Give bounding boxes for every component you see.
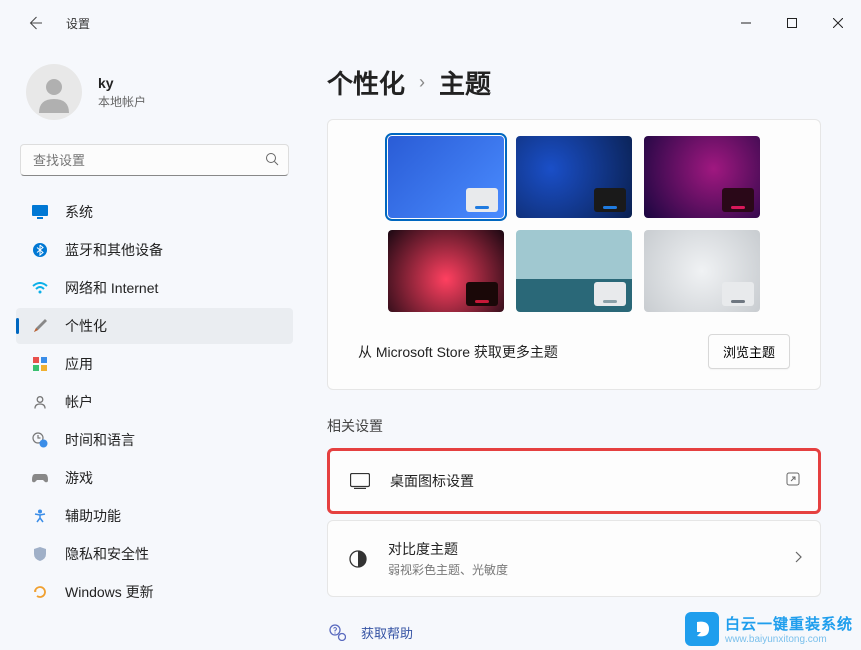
back-button[interactable] [20,9,48,37]
setting-title: 桌面图标设置 [390,471,786,491]
window-controls [723,7,861,39]
accessibility-icon [31,507,49,525]
profile-name: ky [98,75,146,91]
sidebar-item-bluetooth[interactable]: 蓝牙和其他设备 [16,232,293,268]
sidebar-item-label: 蓝牙和其他设备 [65,240,163,260]
breadcrumb-parent[interactable]: 个性化 [327,64,405,101]
watermark: 白云一键重装系统 www.baiyunxitong.com [685,612,853,646]
content-area: 个性化 › 主题 从 Microsoft Store 获取更多主题 浏览主题 相… [305,46,861,650]
watermark-logo-icon [685,612,719,646]
search-icon [265,152,279,171]
sidebar-item-apps[interactable]: 应用 [16,346,293,382]
themes-card: 从 Microsoft Store 获取更多主题 浏览主题 [327,119,821,390]
store-row: 从 Microsoft Store 获取更多主题 浏览主题 [348,330,800,373]
wifi-icon [31,279,49,297]
sidebar-item-label: 个性化 [65,316,107,336]
shield-icon [31,545,49,563]
contrast-icon [346,547,370,571]
sidebar-item-label: 网络和 Internet [65,278,158,298]
monitor-icon [31,203,49,221]
bluetooth-icon [31,241,49,259]
minimize-icon [741,18,751,28]
sidebar-item-network[interactable]: 网络和 Internet [16,270,293,306]
sidebar-item-label: 游戏 [65,468,93,488]
desktop-icons-setting[interactable]: 桌面图标设置 [327,448,821,514]
close-icon [833,18,843,28]
nav-list: 系统 蓝牙和其他设备 网络和 Internet 个性化 应用 帐户 [16,192,305,650]
chevron-right-icon [794,550,802,568]
sidebar-item-time-language[interactable]: 时间和语言 [16,422,293,458]
theme-thumbnail[interactable] [516,136,632,218]
footer-link-text: 获取帮助 [361,623,413,642]
help-icon [327,622,347,642]
browse-themes-button[interactable]: 浏览主题 [708,334,790,369]
desktop-icon [348,469,372,493]
watermark-url: www.baiyunxitong.com [725,634,853,645]
setting-subtitle: 弱视彩色主题、光敏度 [388,561,794,578]
search-input[interactable] [20,144,289,176]
window-title: 设置 [66,15,90,32]
gamepad-icon [31,469,49,487]
theme-thumbnail[interactable] [388,136,504,218]
sidebar-item-label: 辅助功能 [65,506,121,526]
theme-thumbnail[interactable] [644,230,760,312]
sidebar-item-label: 帐户 [65,392,93,412]
sidebar-item-system[interactable]: 系统 [16,194,293,230]
sidebar-item-label: 应用 [65,354,93,374]
chevron-right-icon: › [419,72,425,93]
sidebar-item-label: 系统 [65,202,93,222]
sidebar-item-accessibility[interactable]: 辅助功能 [16,498,293,534]
search-wrapper [20,144,289,176]
breadcrumb-current: 主题 [439,64,491,101]
breadcrumb: 个性化 › 主题 [327,64,821,101]
titlebar: 设置 [0,0,861,46]
minimize-button[interactable] [723,7,769,39]
theme-thumbnail[interactable] [388,230,504,312]
contrast-themes-setting[interactable]: 对比度主题 弱视彩色主题、光敏度 [327,520,821,597]
maximize-button[interactable] [769,7,815,39]
watermark-title: 白云一键重装系统 [725,613,853,634]
theme-grid [388,136,760,312]
sidebar-item-personalization[interactable]: 个性化 [16,308,293,344]
paintbrush-icon [31,317,49,335]
open-external-icon [786,472,800,491]
store-text: 从 Microsoft Store 获取更多主题 [358,342,558,362]
sidebar-item-label: Windows 更新 [65,582,154,602]
theme-thumbnail[interactable] [644,136,760,218]
person-icon [33,71,75,113]
sidebar-item-gaming[interactable]: 游戏 [16,460,293,496]
person-outline-icon [31,393,49,411]
maximize-icon [787,18,797,28]
clock-globe-icon [31,431,49,449]
profile-subtitle: 本地帐户 [98,93,146,110]
profile-section[interactable]: ky 本地帐户 [16,46,305,144]
sidebar: ky 本地帐户 系统 蓝牙和其他设备 网络和 Internet [0,46,305,650]
close-button[interactable] [815,7,861,39]
setting-title: 对比度主题 [388,539,794,559]
apps-icon [31,355,49,373]
avatar [26,64,82,120]
sidebar-item-label: 时间和语言 [65,430,135,450]
theme-thumbnail[interactable] [516,230,632,312]
sidebar-item-label: 隐私和安全性 [65,544,149,564]
sidebar-item-update[interactable]: Windows 更新 [16,574,293,610]
related-settings-header: 相关设置 [327,416,821,436]
arrow-left-icon [26,15,42,31]
sidebar-item-accounts[interactable]: 帐户 [16,384,293,420]
sidebar-item-privacy[interactable]: 隐私和安全性 [16,536,293,572]
update-icon [31,583,49,601]
